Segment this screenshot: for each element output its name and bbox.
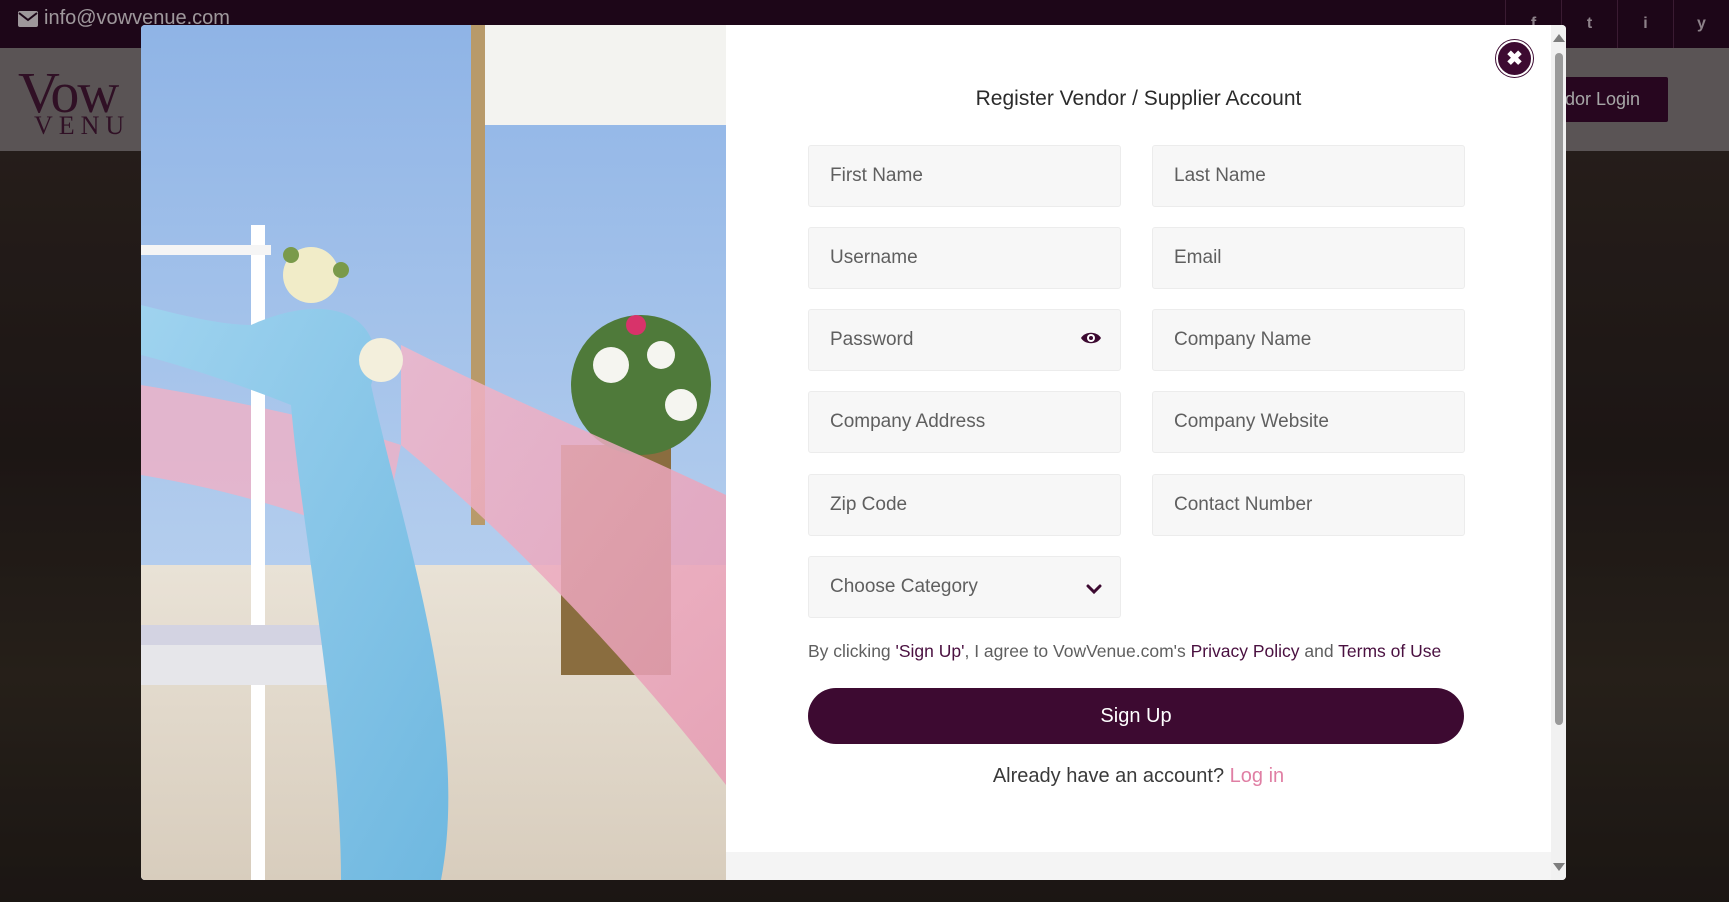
terms-text: By clicking 'Sign Up', I agree to VowVen… xyxy=(808,641,1441,662)
scroll-up-icon[interactable] xyxy=(1553,34,1565,42)
terms-middle: , I agree to VowVenue.com's xyxy=(964,641,1191,661)
contact-number-input[interactable]: Contact Number xyxy=(1152,474,1465,536)
log-in-link[interactable]: Log in xyxy=(1230,765,1285,787)
username-input[interactable]: Username xyxy=(808,227,1121,289)
modal-title: Register Vendor / Supplier Account xyxy=(975,87,1302,110)
wedding-photo xyxy=(141,25,726,880)
category-select-value: Choose Category xyxy=(830,576,978,597)
zip-code-input[interactable]: Zip Code xyxy=(808,474,1121,536)
first-name-input[interactable]: First Name xyxy=(808,145,1121,207)
password-placeholder: Password xyxy=(830,329,914,350)
terms-and: and xyxy=(1299,641,1339,661)
scrollbar-thumb[interactable] xyxy=(1555,53,1563,725)
company-website-input[interactable]: Company Website xyxy=(1152,391,1465,453)
privacy-policy-link[interactable]: Privacy Policy xyxy=(1191,641,1300,661)
register-vendor-modal: Register Vendor / Supplier Account First… xyxy=(141,25,1566,880)
sign-up-button[interactable]: Sign Up xyxy=(808,688,1464,744)
form-footer-strip xyxy=(726,852,1551,880)
category-select[interactable]: Choose Category xyxy=(808,556,1121,618)
terms-prefix: By clicking xyxy=(808,641,896,661)
close-icon[interactable]: ✖ xyxy=(1496,40,1533,77)
terms-of-use-link[interactable]: Terms of Use xyxy=(1338,641,1441,661)
terms-signup-quote: 'Sign Up' xyxy=(895,641,965,661)
company-name-input[interactable]: Company Name xyxy=(1152,309,1465,371)
register-form: Register Vendor / Supplier Account First… xyxy=(726,25,1551,852)
password-input[interactable]: Password xyxy=(808,309,1121,371)
scroll-down-icon[interactable] xyxy=(1553,863,1565,871)
last-name-input[interactable]: Last Name xyxy=(1152,145,1465,207)
company-address-input[interactable]: Company Address xyxy=(808,391,1121,453)
login-prompt-text: Already have an account? xyxy=(992,765,1225,787)
login-prompt: Already have an account? Log in xyxy=(726,765,1551,788)
modal-scrollbar[interactable] xyxy=(1551,25,1566,880)
email-input[interactable]: Email xyxy=(1152,227,1465,289)
chevron-down-icon xyxy=(1086,579,1102,601)
eye-icon[interactable] xyxy=(1080,330,1102,352)
